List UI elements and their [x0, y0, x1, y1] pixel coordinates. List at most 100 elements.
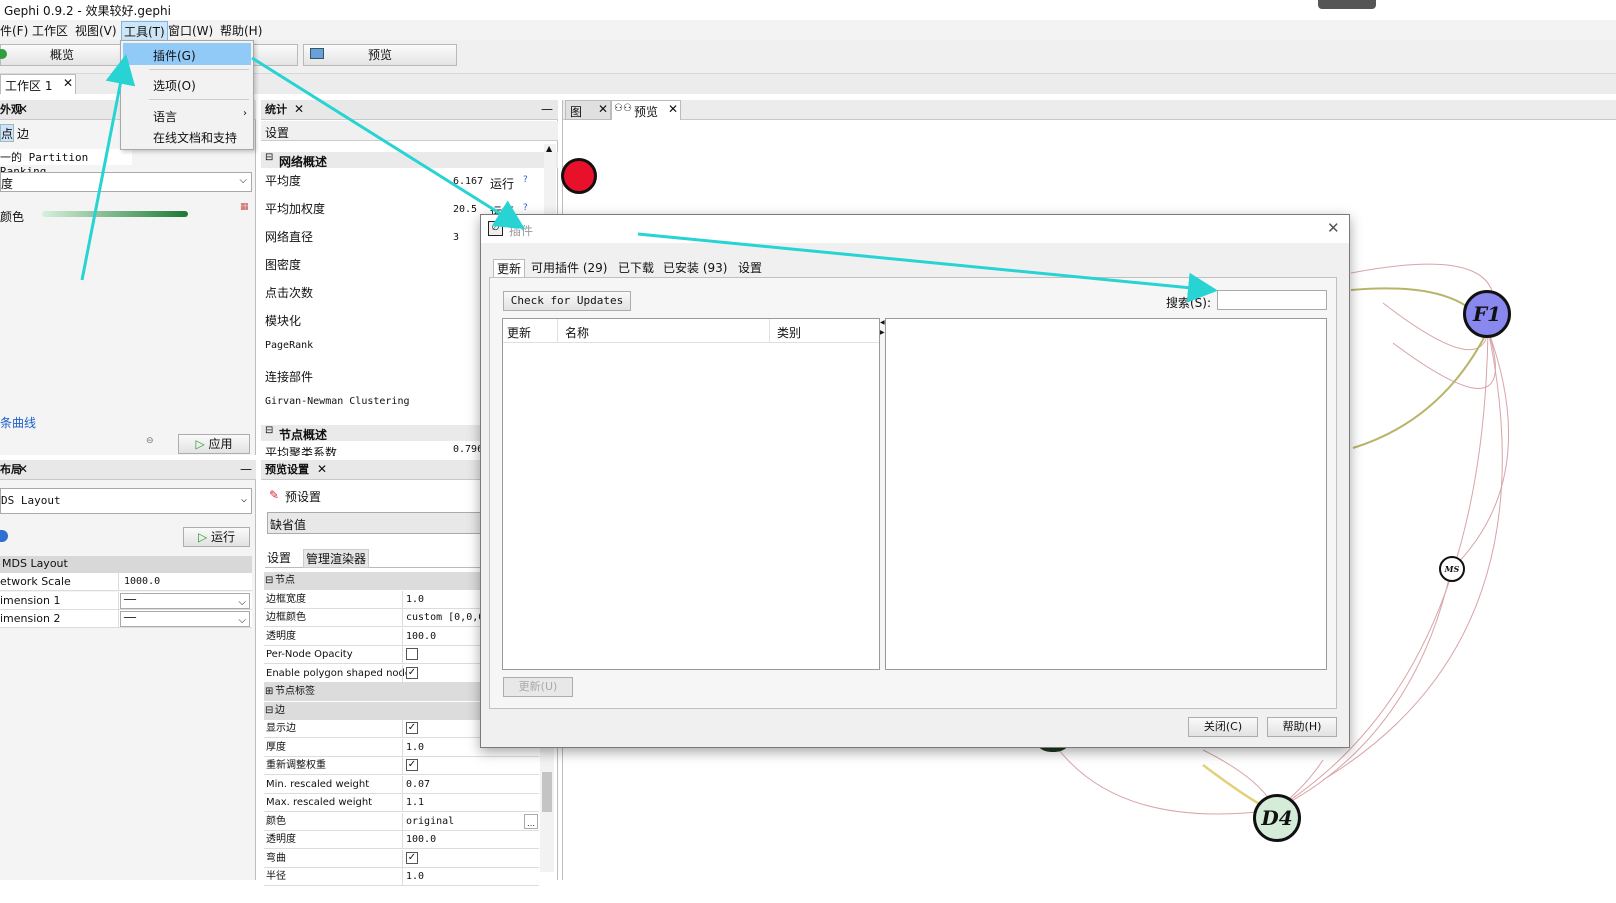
- attribute-dropdown[interactable]: 度 ⌵: [0, 172, 252, 192]
- tab-downloaded[interactable]: 已下载: [618, 259, 654, 277]
- preview-property-row[interactable]: 透明度 100.0: [264, 831, 539, 849]
- scroll-up-icon[interactable]: ▲: [546, 144, 552, 153]
- overview-button[interactable]: 概览: [0, 44, 124, 66]
- graph-node-red[interactable]: [561, 158, 597, 194]
- checkbox[interactable]: [406, 648, 418, 660]
- help-button[interactable]: 帮助(H): [1267, 717, 1337, 737]
- close-icon[interactable]: ✕: [18, 100, 28, 119]
- preview-button[interactable]: 预览: [303, 44, 457, 66]
- layout-property-row[interactable]: etwork Scale 1000.0: [0, 573, 252, 591]
- close-button[interactable]: 关闭(C): [1188, 717, 1258, 737]
- workspace-tab[interactable]: 工作区 1 ✕: [0, 74, 76, 94]
- collapse-icon[interactable]: ⊟: [265, 425, 273, 436]
- column-update[interactable]: 更新: [507, 324, 531, 341]
- collapse-icon[interactable]: ⊞: [265, 683, 273, 700]
- tab-installed[interactable]: 已安装 (93): [663, 259, 727, 277]
- dimension-dropdown[interactable]: ⌵: [120, 611, 250, 627]
- checkbox[interactable]: ✓: [406, 666, 418, 679]
- info-icon[interactable]: [0, 530, 8, 542]
- dimension-dropdown[interactable]: ⌵: [120, 592, 250, 609]
- minimize-icon[interactable]: —: [541, 100, 553, 119]
- preview-property-row[interactable]: 颜色 original…: [264, 812, 539, 831]
- menu-item-options[interactable]: 选项(O): [153, 77, 196, 94]
- column-category[interactable]: 类别: [777, 324, 801, 341]
- tools-menu: 插件(G) 选项(O) 语言 › 在线文档和支持: [120, 40, 254, 150]
- menu-window[interactable]: 窗口(W): [168, 22, 213, 39]
- collapse-icon[interactable]: ⊟: [265, 572, 273, 589]
- layout-property-row[interactable]: imension 2 ── ⌵: [0, 610, 252, 628]
- collapse-icon[interactable]: ⊟: [265, 702, 273, 719]
- collapse-icon[interactable]: ⊟: [265, 152, 273, 163]
- column-name[interactable]: 名称: [565, 324, 589, 341]
- preview-property-row[interactable]: 重新调整权重 ✓: [264, 757, 539, 775]
- globe-icon: [0, 49, 7, 59]
- checkbox[interactable]: ✓: [406, 851, 418, 864]
- close-icon[interactable]: ✕: [294, 100, 304, 119]
- preview-property-row[interactable]: Min. rescaled weight 0.07: [264, 775, 539, 794]
- close-icon[interactable]: ✕: [668, 102, 678, 116]
- tab-settings[interactable]: 设置: [738, 259, 762, 277]
- tab-updates[interactable]: 更新: [493, 259, 526, 277]
- column-divider: [402, 720, 403, 738]
- preview-property-row[interactable]: Max. rescaled weight 1.1: [264, 794, 539, 812]
- color-gradient-slider[interactable]: [42, 211, 188, 217]
- menu-help[interactable]: 帮助(H): [220, 22, 262, 39]
- menu-bar: 件(F) 工作区 视图(V) 工具(T) 窗口(W) 帮助(H): [0, 20, 1616, 42]
- preview-property-row[interactable]: 半径 1.0: [264, 868, 539, 886]
- menu-tools[interactable]: 工具(T): [121, 21, 168, 42]
- checkbox[interactable]: ✓: [406, 722, 418, 734]
- menu-item-plugins[interactable]: 插件(G): [123, 43, 251, 65]
- title-bar: Gephi 0.9.2 - 效果较好.gephi: [0, 0, 1616, 20]
- run-layout-button[interactable]: ▷ 运行: [183, 527, 250, 547]
- close-icon[interactable]: ✕: [18, 460, 28, 479]
- property-value: 1.1: [406, 797, 425, 808]
- tab-preview[interactable]: ⚇⚇ 预览 ✕: [611, 100, 681, 120]
- graph-node-ms[interactable]: MS: [1439, 556, 1465, 582]
- preview-property-row[interactable]: 弯曲 ✓: [264, 849, 539, 868]
- close-icon[interactable]: ✕: [317, 460, 327, 479]
- check-for-updates-button[interactable]: Check for Updates: [503, 291, 631, 311]
- presets-label: 预设置: [285, 490, 322, 504]
- network-overview-header[interactable]: ⊟ 网络概述: [261, 152, 558, 169]
- appearance-mode-tabs[interactable]: 一的 Partition Ranking: [0, 149, 132, 178]
- checkbox[interactable]: ✓: [406, 759, 418, 771]
- menu-file[interactable]: 件(F): [0, 22, 28, 39]
- graph-node-d4[interactable]: D4: [1253, 794, 1301, 842]
- scroll-thumb[interactable]: [542, 772, 552, 812]
- data-laboratory-button[interactable]: [252, 44, 298, 66]
- menu-item-online-docs[interactable]: 在线文档和支持: [153, 129, 237, 146]
- tab-graph[interactable]: 图 ✕: [565, 100, 611, 120]
- stat-run-button[interactable]: 运行: [490, 175, 514, 192]
- tab-available-plugins[interactable]: 可用插件 (29): [531, 259, 607, 277]
- close-icon[interactable]: ✕: [598, 102, 608, 116]
- menu-item-language[interactable]: 语言: [153, 108, 177, 125]
- nodes-toggle[interactable]: 点: [0, 124, 14, 142]
- help-icon[interactable]: ?: [523, 175, 528, 185]
- help-icon[interactable]: ?: [523, 203, 528, 213]
- graph-node-f1[interactable]: F1: [1463, 290, 1511, 338]
- link-icon[interactable]: ⊖: [146, 436, 154, 446]
- close-icon[interactable]: ✕: [1327, 219, 1340, 237]
- stat-name: 平均加权度: [265, 202, 326, 216]
- column-divider: [402, 831, 403, 849]
- layout-algorithm-dropdown[interactable]: DS Layout ⌵: [0, 488, 252, 514]
- more-button[interactable]: …: [524, 813, 538, 829]
- search-input[interactable]: [1217, 290, 1327, 310]
- menu-workspace[interactable]: 工作区: [32, 22, 68, 39]
- apply-button[interactable]: ▷ 应用: [178, 434, 250, 454]
- tab-settings[interactable]: 设置: [267, 549, 292, 566]
- update-button[interactable]: 更新(U): [503, 677, 573, 697]
- section-title: 节点标签: [275, 686, 315, 697]
- palette-icon[interactable]: ▦: [240, 202, 249, 212]
- statistics-settings-bar[interactable]: 设置: [261, 121, 558, 141]
- spline-link[interactable]: 条曲线: [0, 414, 36, 431]
- edges-toggle[interactable]: 边: [17, 125, 29, 142]
- minimize-icon[interactable]: —: [240, 460, 252, 479]
- property-name: Max. rescaled weight: [266, 797, 373, 808]
- menu-view[interactable]: 视图(V): [75, 22, 117, 39]
- stat-name: PageRank: [265, 340, 314, 351]
- layout-property-row[interactable]: imension 1 ── ⌵: [0, 591, 252, 610]
- close-icon[interactable]: ✕: [63, 76, 73, 90]
- overview-label: 概览: [49, 48, 74, 62]
- tab-manage-renderers[interactable]: 管理渲染器: [303, 549, 370, 568]
